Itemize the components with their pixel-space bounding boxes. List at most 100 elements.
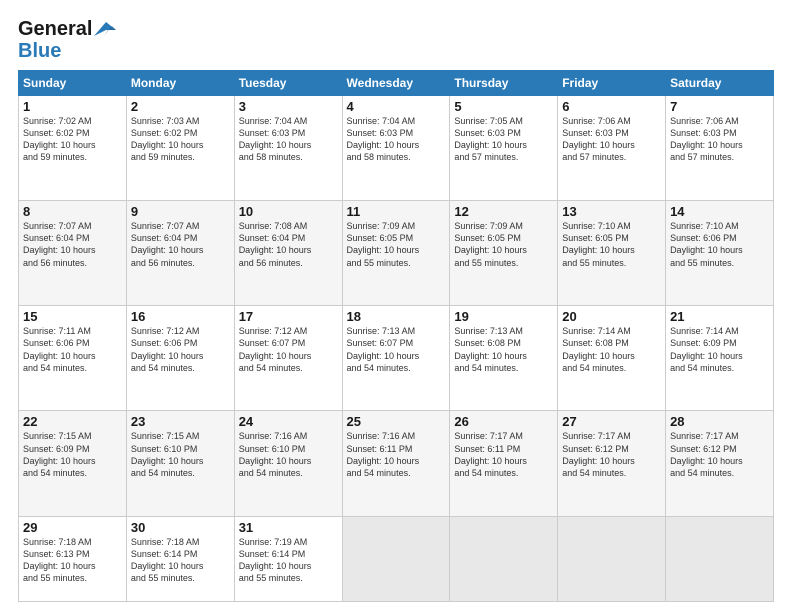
day-number: 22 xyxy=(23,414,122,429)
day-info: Sunrise: 7:17 AM Sunset: 6:12 PM Dayligh… xyxy=(670,430,769,479)
day-number: 16 xyxy=(131,309,230,324)
day-info: Sunrise: 7:16 AM Sunset: 6:11 PM Dayligh… xyxy=(347,430,446,479)
calendar-cell: 31Sunrise: 7:19 AM Sunset: 6:14 PM Dayli… xyxy=(234,516,342,602)
day-info: Sunrise: 7:17 AM Sunset: 6:12 PM Dayligh… xyxy=(562,430,661,479)
day-number: 9 xyxy=(131,204,230,219)
calendar-cell: 11Sunrise: 7:09 AM Sunset: 6:05 PM Dayli… xyxy=(342,201,450,306)
calendar-cell xyxy=(558,516,666,602)
day-number: 7 xyxy=(670,99,769,114)
day-number: 19 xyxy=(454,309,553,324)
calendar-cell: 13Sunrise: 7:10 AM Sunset: 6:05 PM Dayli… xyxy=(558,201,666,306)
day-number: 8 xyxy=(23,204,122,219)
day-info: Sunrise: 7:17 AM Sunset: 6:11 PM Dayligh… xyxy=(454,430,553,479)
day-number: 24 xyxy=(239,414,338,429)
day-number: 6 xyxy=(562,99,661,114)
week-row-3: 15Sunrise: 7:11 AM Sunset: 6:06 PM Dayli… xyxy=(19,306,774,411)
calendar-cell: 19Sunrise: 7:13 AM Sunset: 6:08 PM Dayli… xyxy=(450,306,558,411)
day-info: Sunrise: 7:19 AM Sunset: 6:14 PM Dayligh… xyxy=(239,536,338,585)
calendar-cell: 7Sunrise: 7:06 AM Sunset: 6:03 PM Daylig… xyxy=(666,96,774,201)
day-number: 29 xyxy=(23,520,122,535)
day-number: 11 xyxy=(347,204,446,219)
day-info: Sunrise: 7:14 AM Sunset: 6:09 PM Dayligh… xyxy=(670,325,769,374)
day-info: Sunrise: 7:13 AM Sunset: 6:08 PM Dayligh… xyxy=(454,325,553,374)
day-info: Sunrise: 7:13 AM Sunset: 6:07 PM Dayligh… xyxy=(347,325,446,374)
calendar-cell: 26Sunrise: 7:17 AM Sunset: 6:11 PM Dayli… xyxy=(450,411,558,516)
day-info: Sunrise: 7:06 AM Sunset: 6:03 PM Dayligh… xyxy=(670,115,769,164)
day-info: Sunrise: 7:06 AM Sunset: 6:03 PM Dayligh… xyxy=(562,115,661,164)
page: General Blue SundayMondayTuesdayWednesda… xyxy=(0,0,792,612)
day-info: Sunrise: 7:07 AM Sunset: 6:04 PM Dayligh… xyxy=(131,220,230,269)
day-number: 2 xyxy=(131,99,230,114)
calendar-cell xyxy=(666,516,774,602)
weekday-header-saturday: Saturday xyxy=(666,71,774,96)
calendar-cell: 23Sunrise: 7:15 AM Sunset: 6:10 PM Dayli… xyxy=(126,411,234,516)
day-info: Sunrise: 7:04 AM Sunset: 6:03 PM Dayligh… xyxy=(347,115,446,164)
calendar-cell: 22Sunrise: 7:15 AM Sunset: 6:09 PM Dayli… xyxy=(19,411,127,516)
day-number: 12 xyxy=(454,204,553,219)
week-row-1: 1Sunrise: 7:02 AM Sunset: 6:02 PM Daylig… xyxy=(19,96,774,201)
weekday-header-thursday: Thursday xyxy=(450,71,558,96)
day-info: Sunrise: 7:02 AM Sunset: 6:02 PM Dayligh… xyxy=(23,115,122,164)
day-number: 23 xyxy=(131,414,230,429)
calendar-cell: 20Sunrise: 7:14 AM Sunset: 6:08 PM Dayli… xyxy=(558,306,666,411)
day-number: 25 xyxy=(347,414,446,429)
calendar-cell: 6Sunrise: 7:06 AM Sunset: 6:03 PM Daylig… xyxy=(558,96,666,201)
day-info: Sunrise: 7:11 AM Sunset: 6:06 PM Dayligh… xyxy=(23,325,122,374)
calendar-cell: 9Sunrise: 7:07 AM Sunset: 6:04 PM Daylig… xyxy=(126,201,234,306)
calendar-cell: 1Sunrise: 7:02 AM Sunset: 6:02 PM Daylig… xyxy=(19,96,127,201)
calendar-cell: 29Sunrise: 7:18 AM Sunset: 6:13 PM Dayli… xyxy=(19,516,127,602)
calendar-cell: 8Sunrise: 7:07 AM Sunset: 6:04 PM Daylig… xyxy=(19,201,127,306)
logo-general: General xyxy=(18,18,92,40)
day-number: 27 xyxy=(562,414,661,429)
day-info: Sunrise: 7:09 AM Sunset: 6:05 PM Dayligh… xyxy=(454,220,553,269)
day-info: Sunrise: 7:07 AM Sunset: 6:04 PM Dayligh… xyxy=(23,220,122,269)
calendar-cell: 5Sunrise: 7:05 AM Sunset: 6:03 PM Daylig… xyxy=(450,96,558,201)
logo-bird-icon xyxy=(94,22,116,36)
calendar-cell: 30Sunrise: 7:18 AM Sunset: 6:14 PM Dayli… xyxy=(126,516,234,602)
weekday-header-friday: Friday xyxy=(558,71,666,96)
weekday-header-sunday: Sunday xyxy=(19,71,127,96)
day-number: 4 xyxy=(347,99,446,114)
day-info: Sunrise: 7:18 AM Sunset: 6:13 PM Dayligh… xyxy=(23,536,122,585)
calendar-cell: 4Sunrise: 7:04 AM Sunset: 6:03 PM Daylig… xyxy=(342,96,450,201)
header: General Blue xyxy=(18,18,774,62)
day-number: 5 xyxy=(454,99,553,114)
calendar-cell: 24Sunrise: 7:16 AM Sunset: 6:10 PM Dayli… xyxy=(234,411,342,516)
weekday-header-row: SundayMondayTuesdayWednesdayThursdayFrid… xyxy=(19,71,774,96)
day-info: Sunrise: 7:12 AM Sunset: 6:06 PM Dayligh… xyxy=(131,325,230,374)
calendar-cell: 15Sunrise: 7:11 AM Sunset: 6:06 PM Dayli… xyxy=(19,306,127,411)
day-info: Sunrise: 7:10 AM Sunset: 6:06 PM Dayligh… xyxy=(670,220,769,269)
day-info: Sunrise: 7:18 AM Sunset: 6:14 PM Dayligh… xyxy=(131,536,230,585)
logo-blue: Blue xyxy=(18,40,116,62)
day-info: Sunrise: 7:03 AM Sunset: 6:02 PM Dayligh… xyxy=(131,115,230,164)
weekday-header-tuesday: Tuesday xyxy=(234,71,342,96)
day-info: Sunrise: 7:04 AM Sunset: 6:03 PM Dayligh… xyxy=(239,115,338,164)
day-info: Sunrise: 7:05 AM Sunset: 6:03 PM Dayligh… xyxy=(454,115,553,164)
calendar-cell: 14Sunrise: 7:10 AM Sunset: 6:06 PM Dayli… xyxy=(666,201,774,306)
calendar-cell: 12Sunrise: 7:09 AM Sunset: 6:05 PM Dayli… xyxy=(450,201,558,306)
day-number: 28 xyxy=(670,414,769,429)
calendar-cell: 2Sunrise: 7:03 AM Sunset: 6:02 PM Daylig… xyxy=(126,96,234,201)
day-info: Sunrise: 7:15 AM Sunset: 6:09 PM Dayligh… xyxy=(23,430,122,479)
day-number: 21 xyxy=(670,309,769,324)
day-info: Sunrise: 7:16 AM Sunset: 6:10 PM Dayligh… xyxy=(239,430,338,479)
day-number: 10 xyxy=(239,204,338,219)
calendar-cell: 27Sunrise: 7:17 AM Sunset: 6:12 PM Dayli… xyxy=(558,411,666,516)
day-info: Sunrise: 7:15 AM Sunset: 6:10 PM Dayligh… xyxy=(131,430,230,479)
week-row-2: 8Sunrise: 7:07 AM Sunset: 6:04 PM Daylig… xyxy=(19,201,774,306)
day-number: 13 xyxy=(562,204,661,219)
day-number: 14 xyxy=(670,204,769,219)
day-info: Sunrise: 7:08 AM Sunset: 6:04 PM Dayligh… xyxy=(239,220,338,269)
calendar-cell: 21Sunrise: 7:14 AM Sunset: 6:09 PM Dayli… xyxy=(666,306,774,411)
day-number: 18 xyxy=(347,309,446,324)
calendar-cell: 3Sunrise: 7:04 AM Sunset: 6:03 PM Daylig… xyxy=(234,96,342,201)
week-row-5: 29Sunrise: 7:18 AM Sunset: 6:13 PM Dayli… xyxy=(19,516,774,602)
calendar-cell xyxy=(342,516,450,602)
day-info: Sunrise: 7:09 AM Sunset: 6:05 PM Dayligh… xyxy=(347,220,446,269)
day-number: 26 xyxy=(454,414,553,429)
calendar-cell: 10Sunrise: 7:08 AM Sunset: 6:04 PM Dayli… xyxy=(234,201,342,306)
calendar-cell: 18Sunrise: 7:13 AM Sunset: 6:07 PM Dayli… xyxy=(342,306,450,411)
day-number: 31 xyxy=(239,520,338,535)
day-number: 30 xyxy=(131,520,230,535)
calendar-cell xyxy=(450,516,558,602)
